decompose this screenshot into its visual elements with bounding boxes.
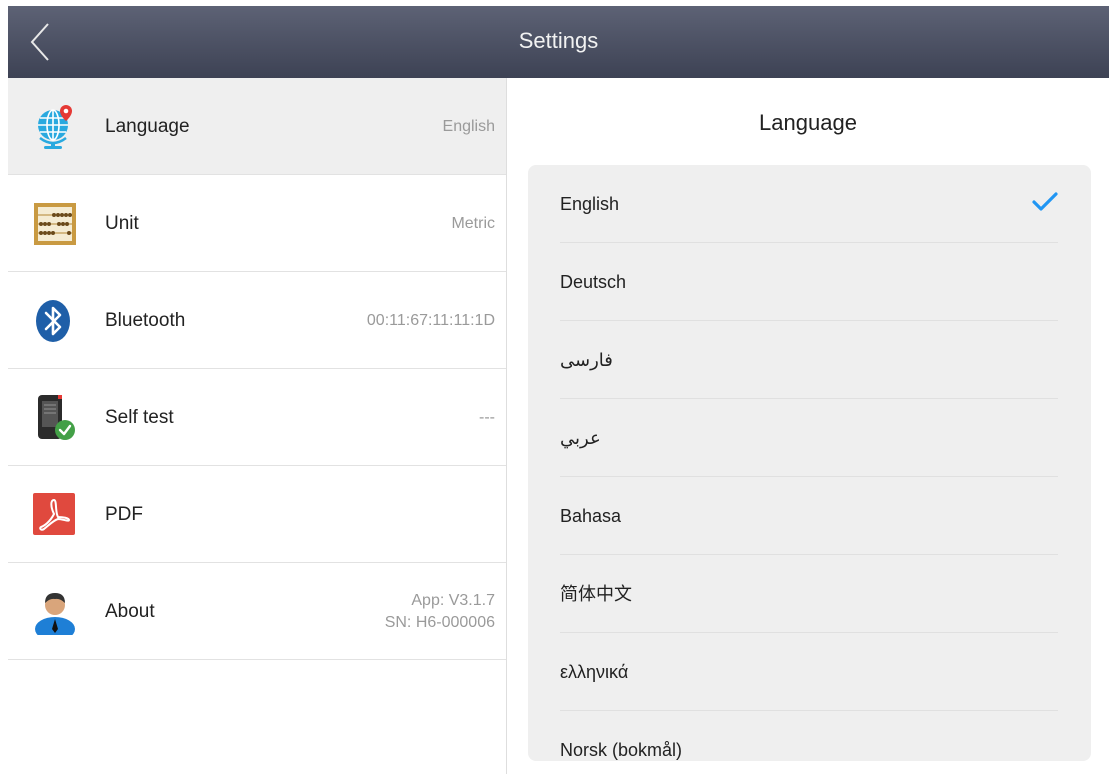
settings-item-value: ---	[479, 409, 495, 426]
settings-list: Language English Unit Metric Bluetooth 0…	[8, 78, 506, 774]
language-panel-title: Language	[759, 110, 857, 135]
language-option-bahasa[interactable]: Bahasa	[560, 477, 1058, 555]
panel-divider	[506, 78, 507, 774]
language-list: English Deutsch فارسی عربي Bahasa 简体中文 ε…	[528, 165, 1091, 761]
language-option-label: ελληνικά	[560, 662, 629, 682]
settings-item-bluetooth[interactable]: Bluetooth 00:11:67:11:11:1D	[8, 272, 506, 369]
settings-item-value: English	[442, 118, 495, 135]
settings-item-unit[interactable]: Unit Metric	[8, 175, 506, 272]
pdf-icon	[33, 493, 75, 535]
globe-icon	[38, 105, 72, 149]
settings-item-language[interactable]: Language English	[8, 78, 506, 175]
language-option-label: Bahasa	[560, 506, 622, 526]
page-title: Settings	[518, 28, 599, 53]
language-option-chinese[interactable]: 简体中文	[560, 555, 1058, 633]
settings-item-value: Metric	[451, 215, 495, 232]
settings-item-about[interactable]: About App: V3.1.7 SN: H6-000006	[8, 563, 506, 660]
bluetooth-icon	[36, 300, 70, 342]
checkmark-icon	[1032, 192, 1058, 211]
about-version-info: App: V3.1.7 SN: H6-000006	[385, 590, 495, 634]
device-check-icon	[38, 395, 75, 440]
language-option-label: فارسی	[560, 350, 613, 370]
language-option-label: English	[560, 194, 620, 214]
settings-item-label: Language	[105, 116, 190, 137]
settings-item-label: Unit	[105, 213, 139, 234]
language-option-greek[interactable]: ελληνικά	[560, 633, 1058, 711]
settings-item-label: About	[105, 601, 155, 622]
language-option-deutsch[interactable]: Deutsch	[560, 243, 1058, 321]
language-option-label: Deutsch	[560, 272, 627, 292]
settings-item-label: PDF	[105, 504, 143, 525]
settings-item-value: 00:11:67:11:11:1D	[366, 312, 495, 329]
settings-item-self-test[interactable]: Self test ---	[8, 369, 506, 466]
language-option-label: عربي	[560, 428, 601, 448]
app-version: App: V3.1.7	[411, 592, 495, 609]
serial-number: SN: H6-000006	[384, 614, 495, 631]
settings-item-label: Bluetooth	[105, 310, 186, 331]
language-option-arabic[interactable]: عربي	[560, 399, 1058, 477]
header-bar: Settings	[8, 6, 1109, 78]
language-option-english[interactable]: English	[560, 165, 1058, 243]
language-option-norsk[interactable]: Norsk (bokmål)	[560, 711, 1058, 761]
user-icon	[35, 593, 75, 635]
settings-item-label: Self test	[105, 407, 174, 428]
settings-item-pdf[interactable]: PDF	[8, 466, 506, 563]
language-option-label: Norsk (bokmål)	[560, 740, 683, 760]
language-option-label: 简体中文	[560, 584, 632, 604]
abacus-icon	[34, 203, 76, 245]
language-option-farsi[interactable]: فارسی	[560, 321, 1058, 399]
settings-screen: Settings Language English Unit Metric Bl…	[0, 0, 1109, 774]
